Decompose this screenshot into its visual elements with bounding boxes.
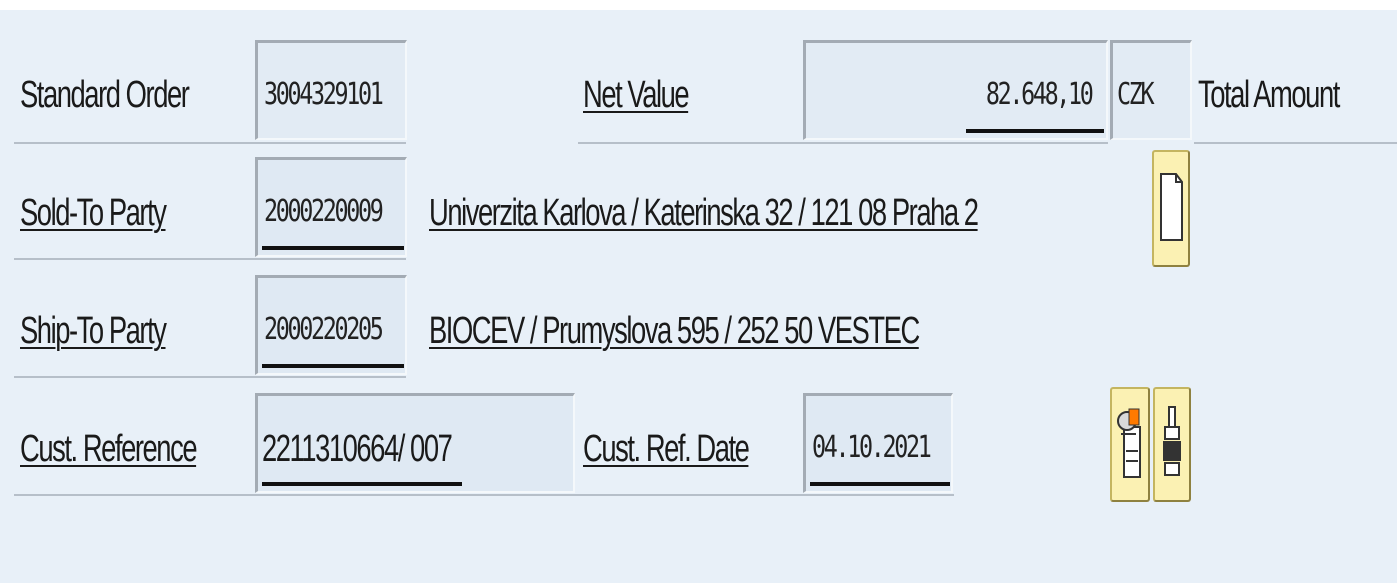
cust-ref-date-underline (810, 482, 950, 486)
print-button[interactable] (1153, 387, 1191, 502)
cust-reference-label[interactable]: Cust. Reference (20, 430, 198, 468)
top-band (0, 0, 1397, 10)
cust-reference-field[interactable]: 2211310664/ 007 (255, 393, 575, 493)
row1-mid-divider (578, 142, 1108, 144)
sales-order-header-panel: Standard Order 3004329101 Net Value 82.6… (0, 0, 1397, 583)
net-value-underline (966, 129, 1104, 133)
order-number-value: 3004329101 (264, 77, 384, 112)
cust-reference-underline (262, 482, 462, 486)
net-value-amount: 82.648,10 (986, 77, 1094, 112)
partner-search-button[interactable] (1110, 387, 1150, 502)
order-type-label: Standard Order (20, 74, 190, 116)
ship-to-number-field[interactable]: 2000220205 (255, 275, 407, 375)
net-value-field[interactable]: 82.648,10 (803, 40, 1108, 140)
sold-to-number-field[interactable]: 2000220009 (255, 157, 407, 257)
net-value-label[interactable]: Net Value (583, 76, 690, 114)
total-amount-label: Total Amount (1198, 74, 1340, 116)
sold-to-address[interactable]: Univerzita Karlova / Katerinska 32 / 121… (429, 194, 979, 232)
row1-left-divider (14, 142, 406, 144)
row4-divider (14, 494, 954, 496)
cust-ref-date-field[interactable]: 04.10.2021 (803, 393, 953, 493)
sold-to-number-value: 2000220009 (264, 194, 384, 229)
row1-right-divider (1194, 142, 1397, 144)
print-icon (1163, 406, 1181, 476)
currency-value: CZK (1117, 77, 1155, 112)
sold-to-label[interactable]: Sold-To Party (20, 194, 167, 232)
ship-to-number-underline (262, 364, 404, 368)
partner-search-icon (1117, 408, 1141, 478)
cust-reference-value: 2211310664/ 007 (262, 428, 453, 470)
currency-field[interactable]: CZK (1110, 40, 1192, 140)
row2-divider (14, 258, 406, 260)
document-button[interactable] (1152, 150, 1190, 267)
ship-to-address[interactable]: BIOCEV / Prumyslova 595 / 252 50 VESTEC (429, 312, 920, 350)
cust-ref-date-label[interactable]: Cust. Ref. Date (583, 430, 750, 468)
ship-to-label[interactable]: Ship-To Party (20, 312, 167, 350)
ship-to-number-value: 2000220205 (264, 312, 384, 347)
order-number-field[interactable]: 3004329101 (255, 40, 407, 140)
sold-to-number-underline (262, 246, 404, 250)
row3-divider (14, 376, 406, 378)
cust-ref-date-value: 04.10.2021 (812, 430, 932, 465)
document-icon (1160, 173, 1183, 241)
